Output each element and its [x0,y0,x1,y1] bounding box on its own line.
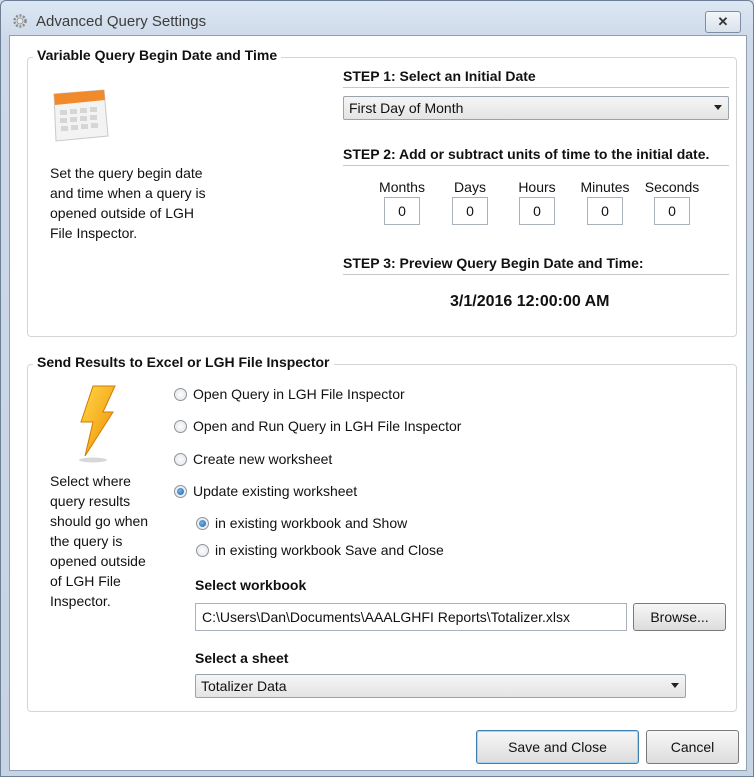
description-line: opened outside [50,553,146,569]
save-and-close-button[interactable]: Save and Close [476,730,639,764]
days-label: Days [454,179,486,195]
query-begin-group-title: Variable Query Begin Date and Time [33,47,282,63]
step1-divider [343,87,729,88]
days-input[interactable]: 0 [452,197,488,225]
description-line: Select where [50,473,131,489]
radio-label[interactable]: Open Query in LGH File Inspector [193,386,405,402]
select-workbook-label: Select workbook [195,577,307,593]
radio-label[interactable]: in existing workbook and Show [215,515,407,531]
step2-label: STEP 2: Add or subtract units of time to… [343,146,710,162]
hours-input[interactable]: 0 [519,197,555,225]
cancel-button[interactable]: Cancel [646,730,739,764]
sheet-select[interactable]: Totalizer Data [195,674,686,698]
description-line: Inspector. [50,593,111,609]
close-icon: ✕ [717,14,729,29]
seconds-input[interactable]: 0 [654,197,690,225]
step3-divider [343,274,729,275]
radio-label[interactable]: Update existing worksheet [193,483,357,499]
initial-date-select[interactable]: First Day of Month [343,96,729,120]
sheet-value: Totalizer Data [201,678,287,694]
gear-icon [13,14,27,28]
step3-label: STEP 3: Preview Query Begin Date and Tim… [343,255,644,271]
months-label: Months [379,179,425,195]
preview-datetime: 3/1/2016 12:00:00 AM [450,293,610,310]
send-results-group [27,364,737,712]
seconds-label: Seconds [644,179,700,195]
radio-button[interactable] [196,517,209,530]
select-sheet-label: Select a sheet [195,650,289,666]
radio-button[interactable] [174,453,187,466]
close-button[interactable]: ✕ [705,11,741,33]
initial-date-value: First Day of Month [349,100,464,116]
lightning-icon [79,385,116,463]
browse-button[interactable]: Browse... [633,603,726,631]
months-input[interactable]: 0 [384,197,420,225]
calendar-icon [53,89,109,142]
radio-label[interactable]: in existing workbook Save and Close [215,542,444,558]
dialog-window: Advanced Query Settings ✕ Variable Query… [0,0,754,777]
dialog-content: Variable Query Begin Date and Time Set t… [9,35,747,771]
send-results-group-title: Send Results to Excel or LGH File Inspec… [33,354,334,370]
step1-label: STEP 1: Select an Initial Date [343,68,536,84]
chevron-down-icon [714,105,722,110]
chevron-down-icon [671,683,679,688]
description-line: opened outside of LGH [50,205,194,221]
radio-button[interactable] [174,485,187,498]
minutes-input[interactable]: 0 [587,197,623,225]
description-line: should go when [50,513,149,529]
radio-button[interactable] [196,544,209,557]
window-title: Advanced Query Settings [36,13,207,30]
description-line: File Inspector. [50,225,138,241]
description-line: and time when a query is [50,185,206,201]
radio-button[interactable] [174,420,187,433]
radio-label[interactable]: Open and Run Query in LGH File Inspector [193,418,461,434]
workbook-path-field[interactable]: C:\Users\Dan\Documents\AAALGHFI Reports\… [195,603,627,631]
minutes-label: Minutes [580,179,630,195]
description-line: query results [50,493,131,509]
radio-label[interactable]: Create new worksheet [193,451,332,467]
description-line: Set the query begin date [50,165,203,181]
description-line: the query is [50,533,123,549]
description-line: of LGH File [50,573,121,589]
step2-divider [343,165,729,166]
hours-label: Hours [518,179,556,195]
radio-button[interactable] [174,388,187,401]
